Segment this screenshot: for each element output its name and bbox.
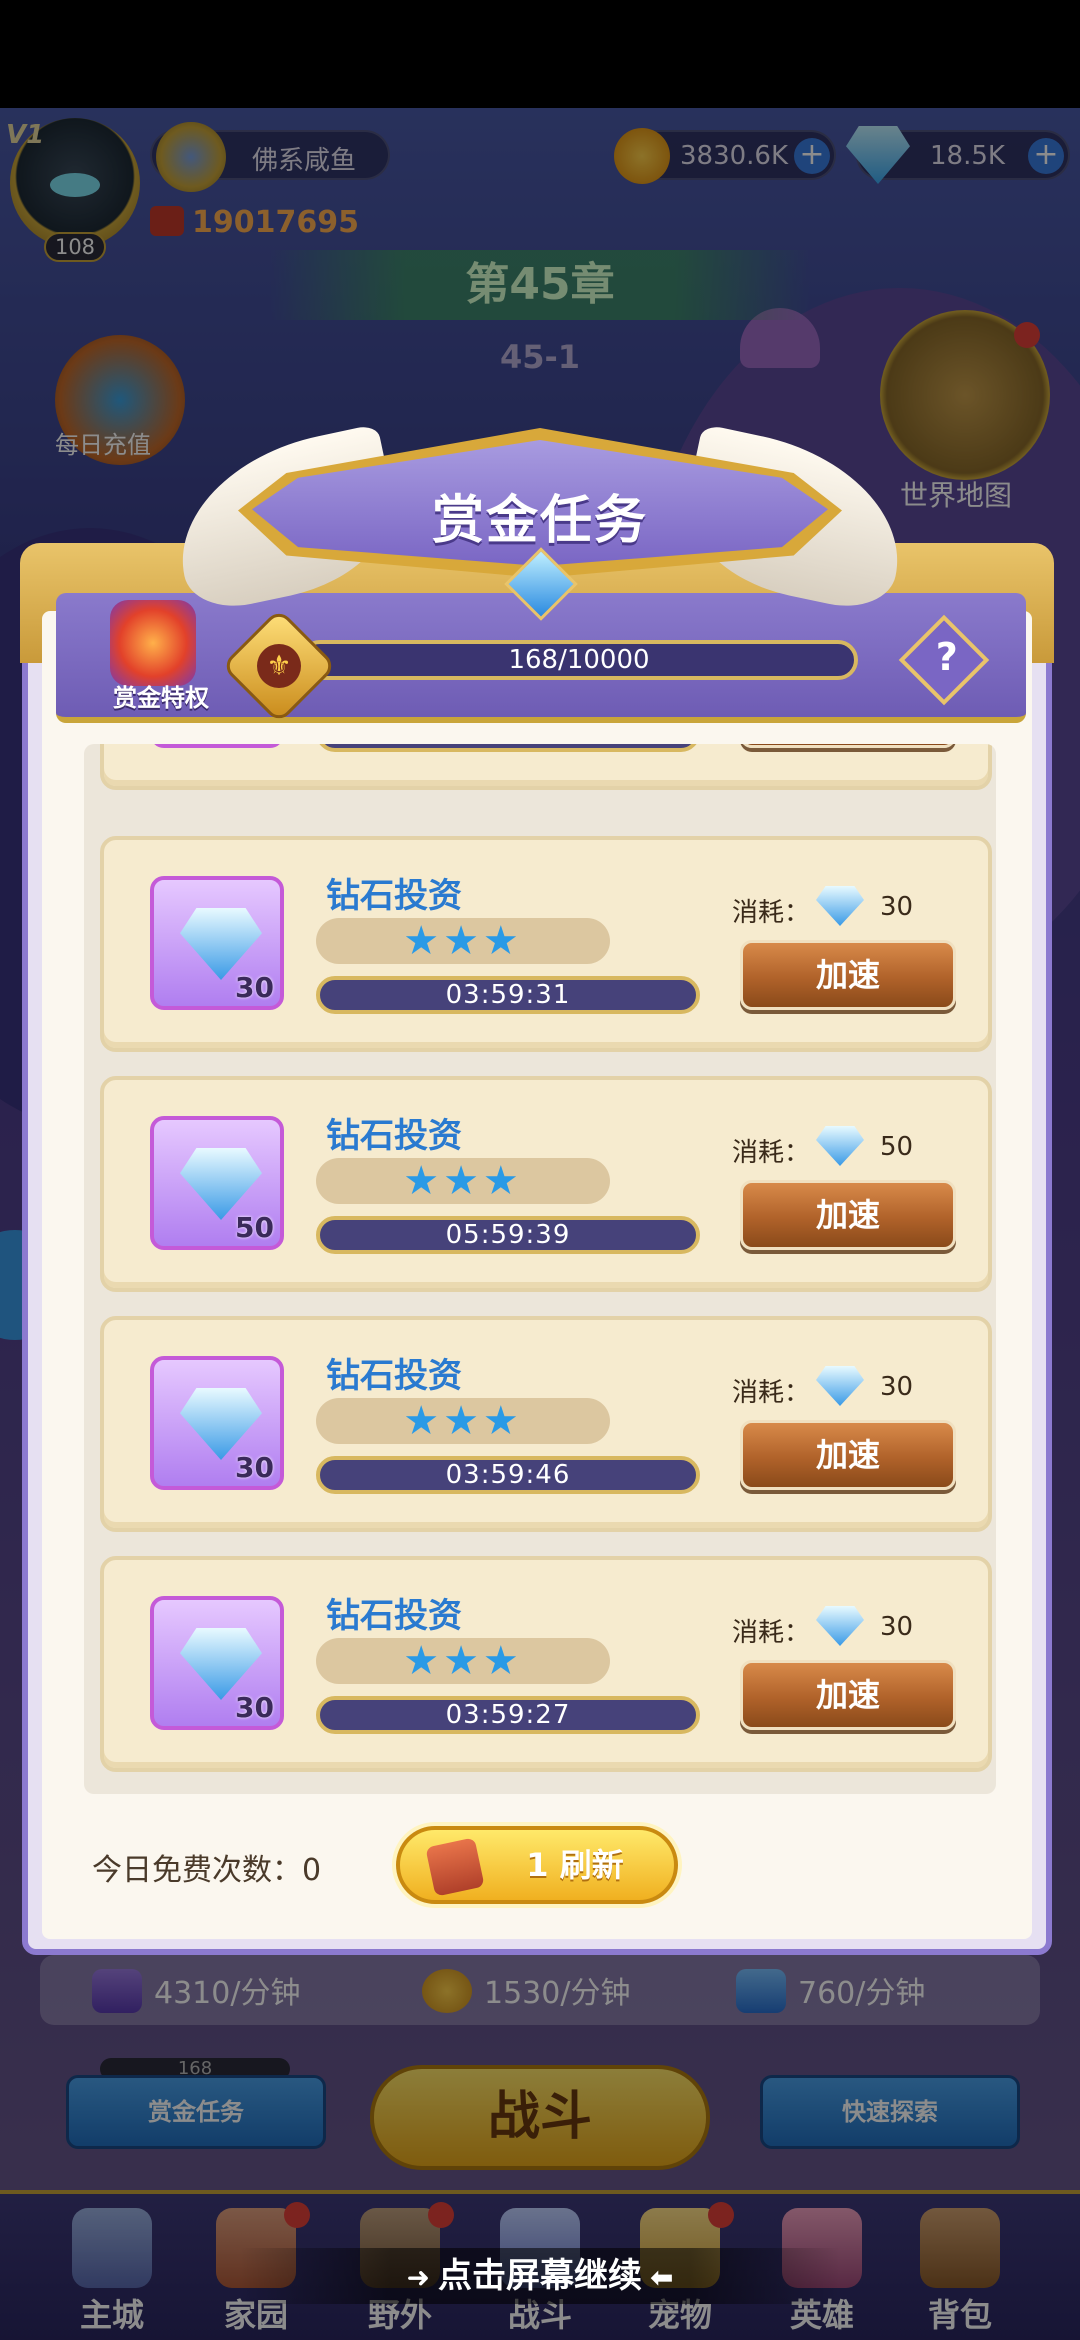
cost-label: 消耗： (732, 898, 811, 928)
task-name: 钻石投资 (326, 1356, 462, 1396)
task-timer: 05:59:39 (316, 1216, 700, 1254)
task-reward-icon: 30 (150, 744, 284, 748)
task-card-partial: 30 03:59:25 (100, 744, 992, 790)
question-icon: ? (935, 635, 958, 680)
continue-text: 点击屏幕继续 (438, 2256, 642, 2296)
reward-quantity: 30 (235, 1691, 274, 1724)
task-reward-icon: 50 (150, 1116, 284, 1250)
star-rating: ★★★ (403, 918, 523, 964)
star-rating: ★★★ (403, 1398, 523, 1444)
bounty-progress-bar: 168/10000 (300, 640, 858, 680)
cost-value: 30 (880, 892, 914, 922)
task-timer: 03:59:25 (316, 744, 700, 752)
arrow-right-icon: ➜ (406, 2261, 430, 2294)
scroll-icon (425, 1837, 485, 1897)
task-name: 钻石投资 (326, 1116, 462, 1156)
task-reward-icon: 30 (150, 1596, 284, 1730)
speed-up-button[interactable]: 加速 (740, 1660, 956, 1730)
cost-value: 30 (880, 1372, 914, 1402)
diamond-icon (180, 1628, 262, 1700)
diamond-icon (816, 1366, 864, 1406)
diamond-icon (816, 886, 864, 926)
task-card: 30 钻石投资 ★★★ 03:59:46 消耗： 30 加速 (100, 1316, 992, 1532)
cost-label: 消耗： (732, 1138, 811, 1168)
modal-title: 赏金任务 (431, 491, 648, 551)
cost-label: 消耗： (732, 1378, 811, 1408)
star-rating: ★★★ (403, 1638, 523, 1684)
progress-text: 168/10000 (508, 645, 650, 675)
task-list[interactable]: 30 03:59:25 30 钻石投资 ★★★ 03:59:31 消耗： 30 … (84, 744, 996, 1794)
refresh-button-label: 1 刷新 (526, 1846, 624, 1884)
task-timer: 03:59:31 (316, 976, 700, 1014)
star-rating: ★★★ (403, 1158, 523, 1204)
task-name: 钻石投资 (326, 876, 462, 916)
speed-up-button[interactable] (740, 744, 956, 748)
refresh-button[interactable]: 1 刷新 (396, 1826, 678, 1904)
reward-quantity: 30 (235, 1451, 274, 1484)
free-count-label: 今日免费次数：0 (92, 1853, 322, 1888)
cost-value: 30 (880, 1612, 914, 1642)
task-timer: 03:59:27 (316, 1696, 700, 1734)
speed-up-button[interactable]: 加速 (740, 1420, 956, 1490)
task-card: 30 钻石投资 ★★★ 03:59:31 消耗： 30 加速 (100, 836, 992, 1052)
task-reward-icon: 30 (150, 876, 284, 1010)
bounty-privilege-label: 赏金特权 (113, 684, 209, 712)
diamond-icon (180, 908, 262, 980)
task-reward-icon: 30 (150, 1356, 284, 1490)
speed-up-button[interactable]: 加速 (740, 940, 956, 1010)
task-name: 钻石投资 (326, 1596, 462, 1636)
cost-label: 消耗： (732, 1618, 811, 1648)
task-timer: 03:59:46 (316, 1456, 700, 1494)
arrow-left-icon: ⬅ (650, 2261, 674, 2294)
cost-value: 50 (880, 1132, 914, 1162)
speed-up-button[interactable]: 加速 (740, 1180, 956, 1250)
diamond-icon (180, 1388, 262, 1460)
reward-quantity: 50 (235, 1211, 274, 1244)
task-card: 30 钻石投资 ★★★ 03:59:27 消耗： 30 加速 (100, 1556, 992, 1772)
bounty-privilege-icon[interactable] (110, 600, 196, 686)
diamond-icon (816, 1126, 864, 1166)
status-bar (0, 0, 1080, 108)
reward-quantity: 30 (235, 971, 274, 1004)
task-card: 50 钻石投资 ★★★ 05:59:39 消耗： 50 加速 (100, 1076, 992, 1292)
diamond-icon (180, 1148, 262, 1220)
tap-to-continue-hint[interactable]: ➜ 点击屏幕继续 ⬅ (240, 2248, 840, 2304)
diamond-icon (816, 1606, 864, 1646)
